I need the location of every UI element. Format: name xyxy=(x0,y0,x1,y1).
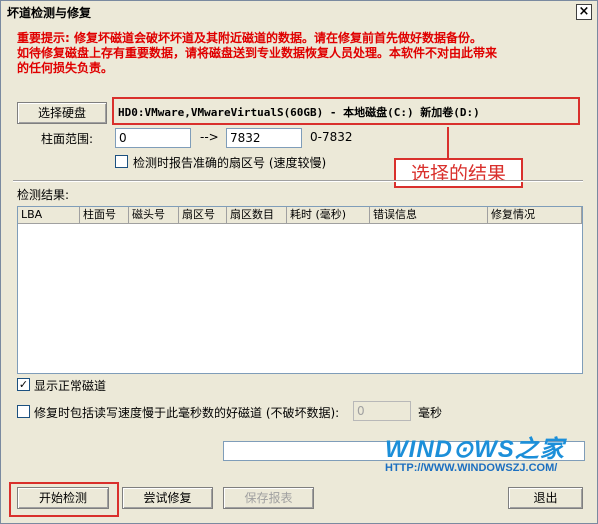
repair-include-label: 修复时包括读写速度慢于此毫秒数的好磁道 (不破坏数据): xyxy=(34,406,340,420)
column-header-time[interactable]: 耗时 (毫秒) xyxy=(287,207,370,224)
column-header-cylinder[interactable]: 柱面号 xyxy=(80,207,129,224)
selected-disk-info: HD0:VMware,VMwareVirtualS(60GB) - 本地磁盘(C… xyxy=(118,106,480,119)
select-disk-button[interactable]: 选择硬盘 xyxy=(17,102,107,124)
report-sector-label: 检测时报告准确的扇区号 (速度较慢) xyxy=(133,156,327,170)
cylinder-to-input[interactable]: 7832 xyxy=(226,128,302,148)
bad-sector-dialog: 坏道检测与修复 × 重要提示: 修复坏磁道会破坏坏道及其附近磁道的数据。请在修复… xyxy=(0,0,598,524)
save-report-button[interactable]: 保存报表 xyxy=(223,487,314,509)
column-header-lba[interactable]: LBA xyxy=(18,207,80,224)
annotation-callout: 选择的结果 xyxy=(394,158,523,188)
show-normal-label: 显示正常磁道 xyxy=(34,379,107,393)
column-header-sector[interactable]: 扇区号 xyxy=(179,207,227,224)
notice-line-2: 如待修复磁盘上存有重要数据，请将磁盘送到专业数据恢复人员处理。本软件不对由此带来 xyxy=(17,46,498,60)
range-arrow: --> xyxy=(200,130,219,144)
ms-unit-label: 毫秒 xyxy=(418,406,443,420)
column-header-repair-status[interactable]: 修复情况 xyxy=(488,207,582,224)
column-header-error[interactable]: 错误信息 xyxy=(370,207,488,224)
table-header: LBA 柱面号 磁头号 扇区号 扇区数目 耗时 (毫秒) 错误信息 修复情况 xyxy=(18,207,582,224)
repair-include-checkbox[interactable] xyxy=(17,405,30,418)
watermark-logo: WIND⊙WS之家 xyxy=(385,436,565,463)
cylinder-range-hint: 0-7832 xyxy=(310,130,353,144)
start-scan-button[interactable]: 开始检测 xyxy=(17,487,109,509)
results-table[interactable]: LBA 柱面号 磁头号 扇区号 扇区数目 耗时 (毫秒) 错误信息 修复情况 xyxy=(17,206,583,374)
warning-notice: 重要提示: 修复坏磁道会破坏坏道及其附近磁道的数据。请在修复前首先做好数据备份。… xyxy=(17,31,587,76)
show-normal-checkbox[interactable]: ✓ xyxy=(17,378,30,391)
column-header-sector-count[interactable]: 扇区数目 xyxy=(227,207,287,224)
close-button[interactable]: × xyxy=(576,4,592,20)
ms-threshold-input[interactable]: 0 xyxy=(353,401,411,421)
notice-line-3: 的任何损失负责。 xyxy=(17,61,114,75)
cylinder-from-input[interactable]: 0 xyxy=(115,128,191,148)
cylinder-range-label: 柱面范围: xyxy=(41,132,94,146)
watermark-url: HTTP://WWW.WINDOWSZJ.COM/ xyxy=(385,462,558,474)
report-sector-checkbox[interactable] xyxy=(115,155,128,168)
try-repair-button[interactable]: 尝试修复 xyxy=(122,487,213,509)
title-bar[interactable]: 坏道检测与修复 × xyxy=(1,1,597,23)
separator xyxy=(13,180,583,182)
exit-button[interactable]: 退出 xyxy=(508,487,583,509)
disk-info-highlight: HD0:VMware,VMwareVirtualS(60GB) - 本地磁盘(C… xyxy=(112,97,580,125)
window-title: 坏道检测与修复 xyxy=(7,6,92,20)
notice-line-1: 重要提示: 修复坏磁道会破坏坏道及其附近磁道的数据。请在修复前首先做好数据备份。 xyxy=(17,31,482,45)
results-label: 检测结果: xyxy=(17,188,70,202)
column-header-head[interactable]: 磁头号 xyxy=(129,207,179,224)
